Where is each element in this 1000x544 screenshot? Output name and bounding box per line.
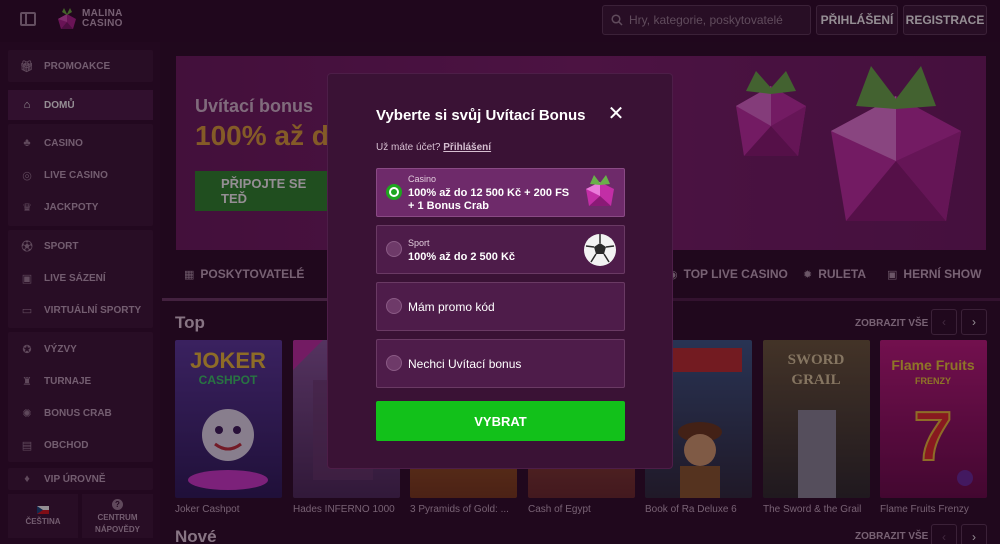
welcome-bonus-modal: Vyberte si svůj Uvítací Bonus ✕ Už máte … bbox=[327, 73, 673, 469]
radio-button[interactable] bbox=[386, 355, 402, 371]
modal-title: Vyberte si svůj Uvítací Bonus bbox=[376, 107, 586, 124]
bonus-option-promo-code[interactable]: Mám promo kód bbox=[376, 282, 625, 331]
option-value: 100% až do 12 500 Kč + 200 FS + 1 Bonus … bbox=[408, 187, 570, 212]
option-value: 100% až do 2 500 Kč bbox=[408, 251, 516, 263]
soccer-ball-icon bbox=[584, 234, 616, 266]
bonus-option-none[interactable]: Nechci Uvítací bonus bbox=[376, 339, 625, 388]
account-prompt: Už máte účet? Přihlášení bbox=[376, 142, 491, 153]
radio-button[interactable] bbox=[386, 298, 402, 314]
radio-button[interactable] bbox=[386, 241, 402, 257]
raspberry-icon bbox=[586, 175, 614, 206]
select-bonus-button[interactable]: VYBRAT bbox=[376, 401, 625, 441]
bonus-option-sport[interactable]: Sport 100% až do 2 500 Kč bbox=[376, 225, 625, 274]
option-type: Casino bbox=[408, 174, 437, 184]
option-label: Mám promo kód bbox=[408, 300, 495, 314]
close-icon[interactable]: ✕ bbox=[607, 103, 625, 125]
account-prompt-text: Už máte účet? bbox=[376, 142, 441, 153]
option-type: Sport bbox=[408, 238, 430, 248]
bonus-option-casino[interactable]: Casino 100% až do 12 500 Kč + 200 FS + 1… bbox=[376, 168, 625, 217]
option-label: Nechci Uvítací bonus bbox=[408, 357, 522, 371]
radio-button[interactable] bbox=[386, 184, 402, 200]
login-link[interactable]: Přihlášení bbox=[443, 142, 491, 153]
